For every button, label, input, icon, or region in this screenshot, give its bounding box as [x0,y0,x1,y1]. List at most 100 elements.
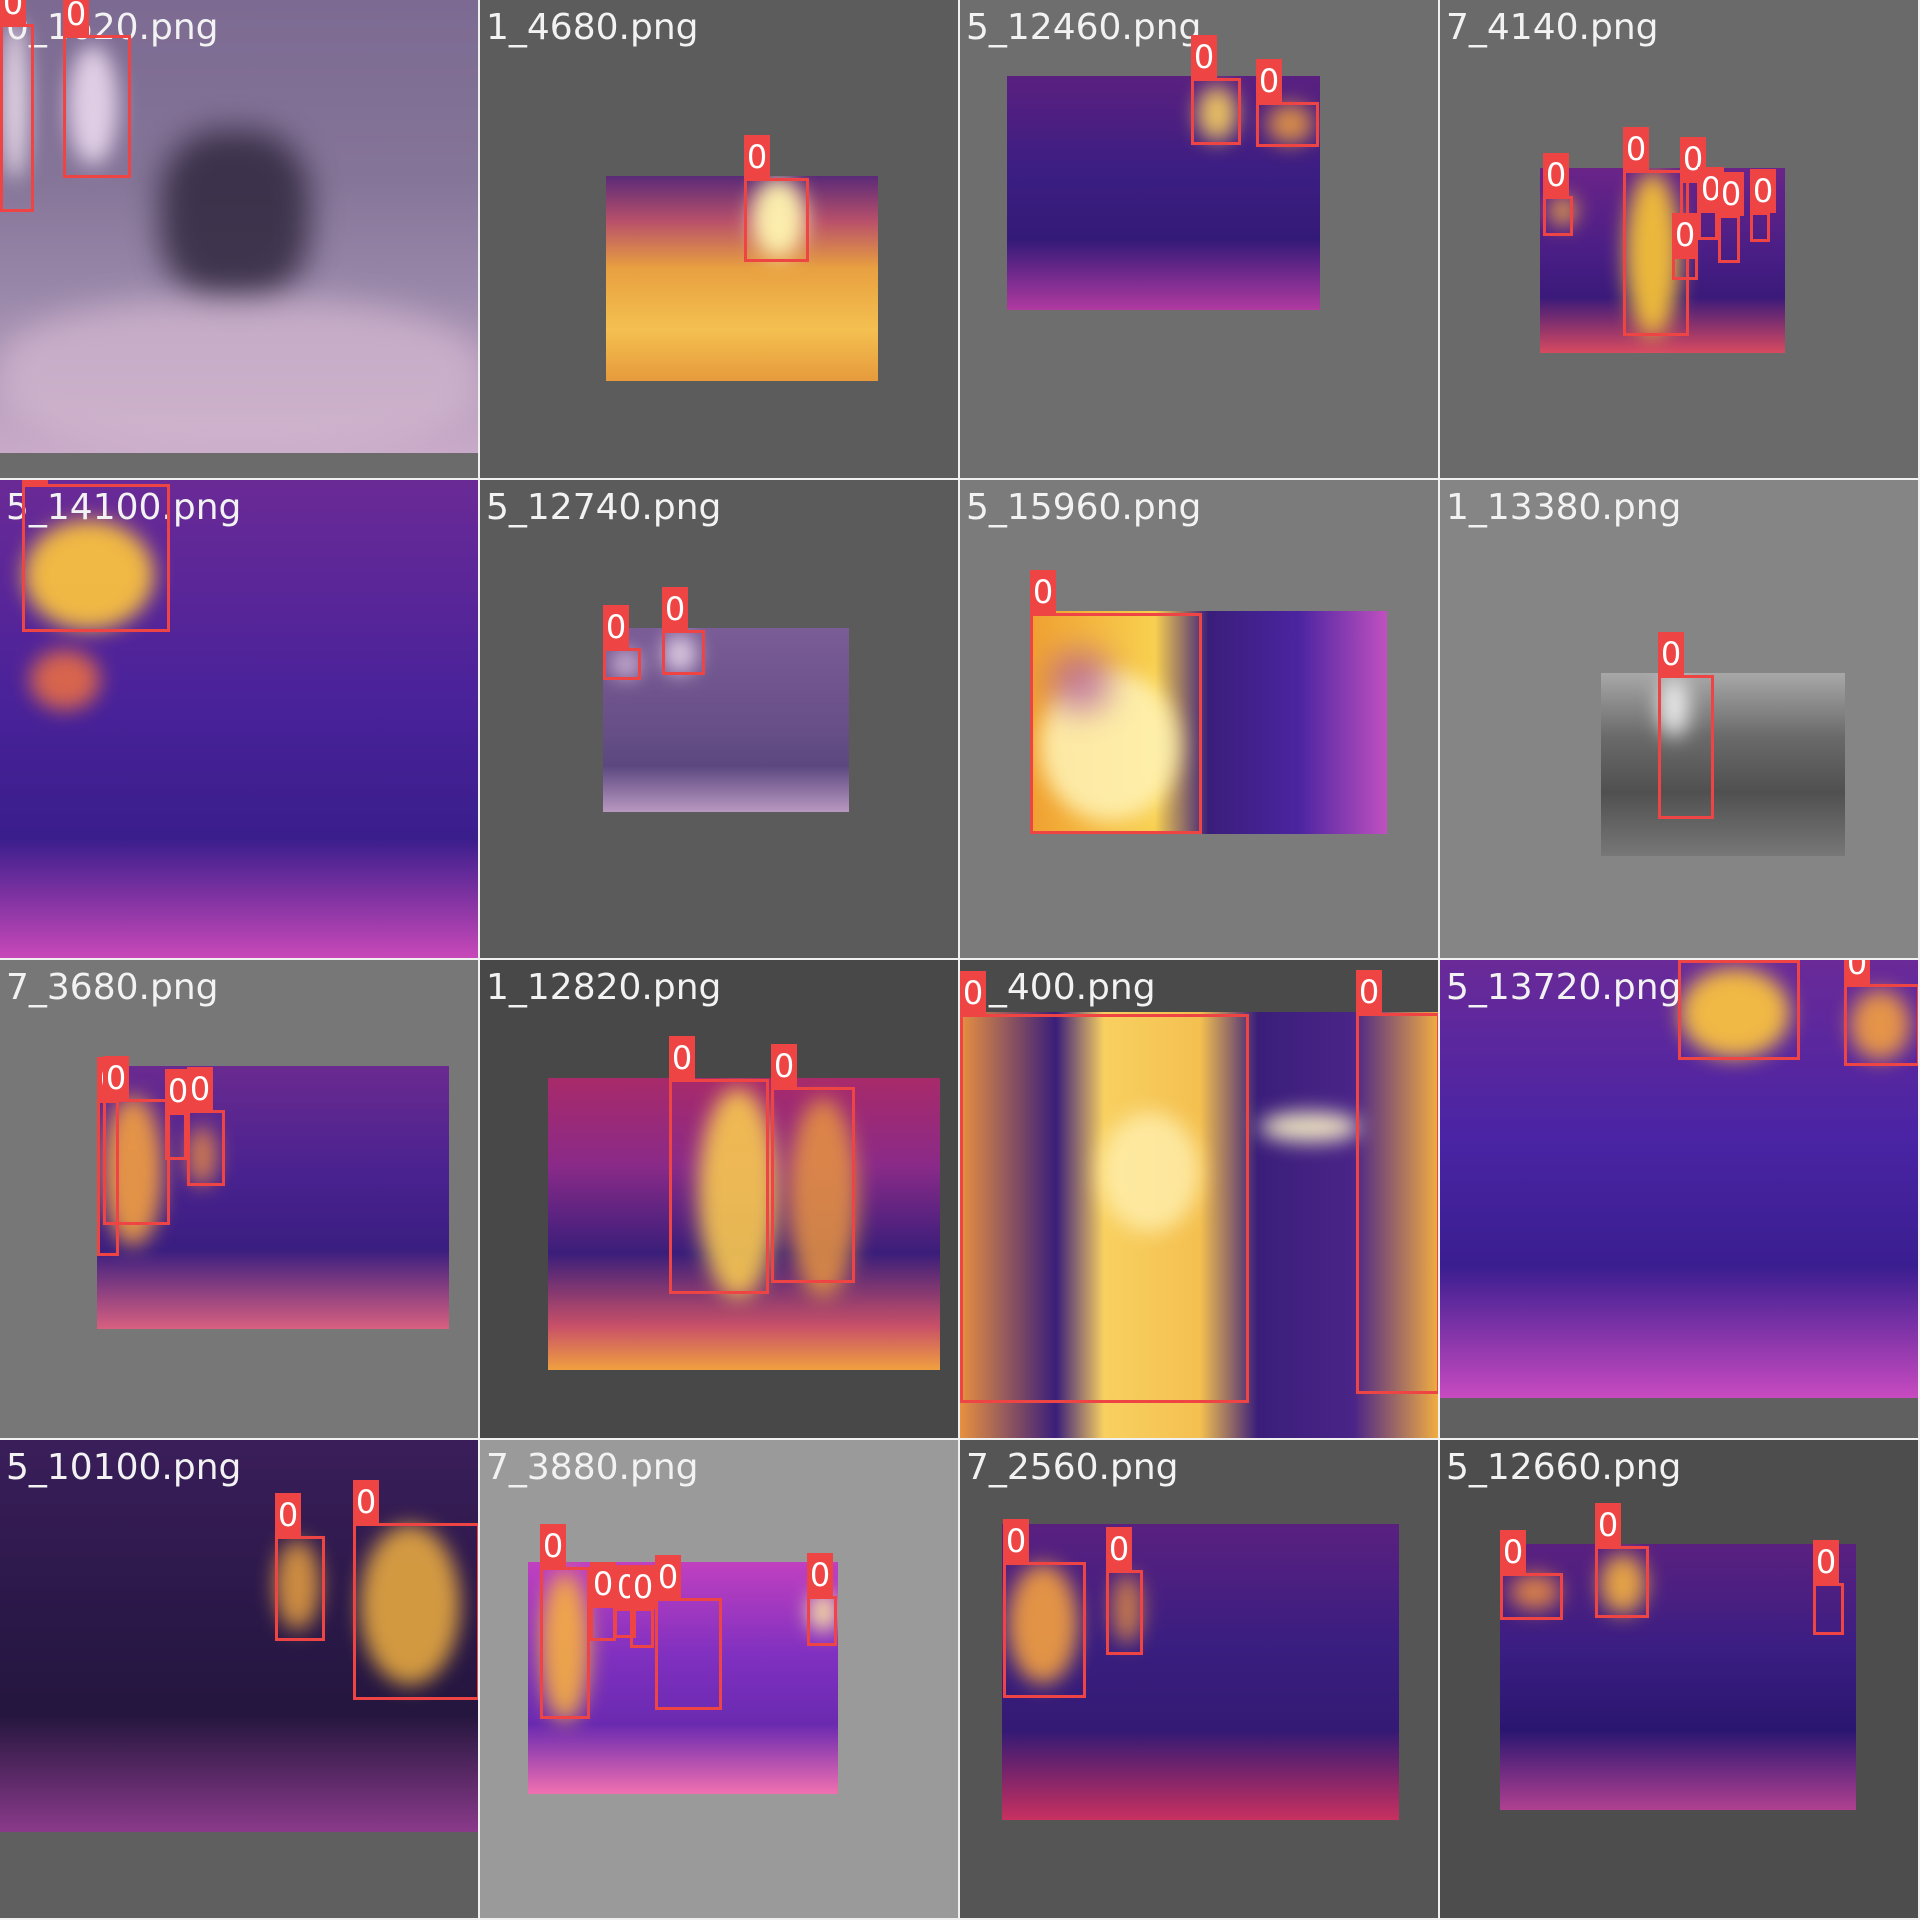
image-filename: 1_12820.png [486,967,722,1008]
class-label: 0 [187,1067,213,1111]
image-filename: 7_3680.png [6,967,219,1008]
image-tile-3: 5_12460.png 0 0 [960,0,1440,480]
image-tile-1: 0_1620.png 0 0 [0,0,480,480]
class-label: 0 [662,587,688,631]
image-tile-13: 5_10100.png 0 0 [0,1440,480,1920]
class-label: 0 [1030,570,1056,614]
class-label: 0 [353,1480,379,1524]
class-label: 0 [540,1524,566,1568]
class-label: 0 [1500,1530,1526,1574]
class-label: 0 [1678,960,1704,961]
detection-box: 0 [275,1493,325,1641]
detection-box: 0 [1356,970,1438,1394]
image-tile-15: 7_2560.png 0 0 [960,1440,1440,1920]
image-filename: 7_4140.png [1446,7,1659,48]
detection-box: 0 [165,1069,191,1160]
class-label: 0 [1672,213,1698,257]
image-filename: 1_400.png [966,967,1156,1008]
detection-box: 0 [655,1555,722,1710]
class-label: 0 [744,135,770,179]
class-label: 0 [275,1493,301,1537]
image-tile-14: 7_3880.png 0 0 0 0 0 0 [480,1440,960,1920]
detection-box: 0 [1595,1503,1649,1618]
class-label: 0 [63,0,89,36]
class-label: 0 [1003,1519,1029,1563]
detection-box: 0 [103,1056,170,1225]
class-label: 0 [603,605,629,649]
class-label: 0 [0,0,26,25]
image-filename: 7_2560.png [966,1447,1179,1488]
class-label: 0 [1718,172,1744,216]
detection-box: 0 [22,480,170,632]
thermal-frame [606,176,878,381]
class-label: 0 [1256,59,1282,103]
detection-box: 0 [662,587,705,675]
image-tile-2: 1_4680.png 0 [480,0,960,480]
detection-mosaic: 0_1620.png 0 0 1_4680.png 0 5_12460.png … [0,0,1920,1920]
detection-box: 0 [1844,960,1918,1066]
detection-box: 0 [1672,213,1698,280]
detection-box: 0 [1750,169,1776,242]
detection-box: 0 [1658,632,1714,819]
class-label: 0 [1623,127,1649,171]
class-label: 0 [1543,153,1569,197]
detection-box: 0 [744,135,809,262]
detection-box: 0 [590,1562,616,1641]
image-filename: 5_13720.png [1446,967,1682,1008]
class-label: 0 [1750,169,1776,213]
class-label: 0 [630,1565,656,1609]
class-label: 0 [669,1036,695,1080]
detection-box: 0 [603,605,641,680]
class-label: 0 [590,1562,616,1606]
detection-box: 0 [1256,59,1319,147]
class-label: 0 [1844,960,1870,985]
image-filename: 5_12460.png [966,7,1202,48]
class-label: 0 [22,480,48,485]
image-tile-5: 5_14100.png 0 [0,480,480,960]
detection-box: 0 [1106,1527,1143,1655]
image-tile-9: 7_3680.png 0 0 0 0 [0,960,480,1440]
detection-box: 0 [630,1565,656,1648]
detection-box: 0 [1030,570,1202,834]
detection-box: 0 [807,1553,837,1646]
detection-box: 0 [0,0,34,212]
detection-box: 0 [1543,153,1573,236]
image-filename: 5_15960.png [966,487,1202,528]
detection-box: 0 [1500,1530,1563,1620]
image-tile-16: 5_12660.png 0 0 0 [1440,1440,1920,1920]
class-label: 0 [1356,970,1382,1014]
image-tile-4: 7_4140.png 0 0 0 0 0 0 0 [1440,0,1920,480]
class-label: 0 [807,1553,833,1597]
image-filename: 5_12660.png [1446,1447,1682,1488]
detection-box: 0 [1680,137,1706,216]
detection-box: 0 [1003,1519,1086,1698]
detection-box: 0 [1718,172,1744,263]
thermal-frame [1601,673,1845,856]
detection-box: 0 [187,1067,225,1186]
class-label: 0 [1595,1503,1621,1547]
detection-box: 0 [1678,960,1800,1060]
class-label: 0 [771,1044,797,1088]
image-tile-6: 5_12740.png 0 0 [480,480,960,960]
image-filename: 5_12740.png [486,487,722,528]
class-label: 0 [1658,632,1684,676]
class-label: 0 [1813,1540,1839,1584]
detection-box: 0 [1191,35,1241,145]
detection-box: 0 [771,1044,855,1283]
class-label: 0 [103,1056,129,1100]
detection-box: 0 [540,1524,590,1719]
image-filename: 7_3880.png [486,1447,699,1488]
class-label: 0 [655,1555,681,1599]
image-tile-10: 1_12820.png 0 0 [480,960,960,1440]
image-tile-11: 1_400.png 0 0 [960,960,1440,1440]
detection-box: 0 [1813,1540,1844,1635]
class-label: 0 [960,971,986,1015]
image-tile-7: 5_15960.png 0 [960,480,1440,960]
image-filename: 5_10100.png [6,1447,242,1488]
class-label: 0 [1106,1527,1132,1571]
detection-box: 0 [353,1480,478,1700]
image-tile-12: 5_13720.png 0 0 [1440,960,1920,1440]
detection-box: 0 [63,0,131,178]
detection-box: 0 [669,1036,769,1294]
class-label: 0 [1191,35,1217,79]
